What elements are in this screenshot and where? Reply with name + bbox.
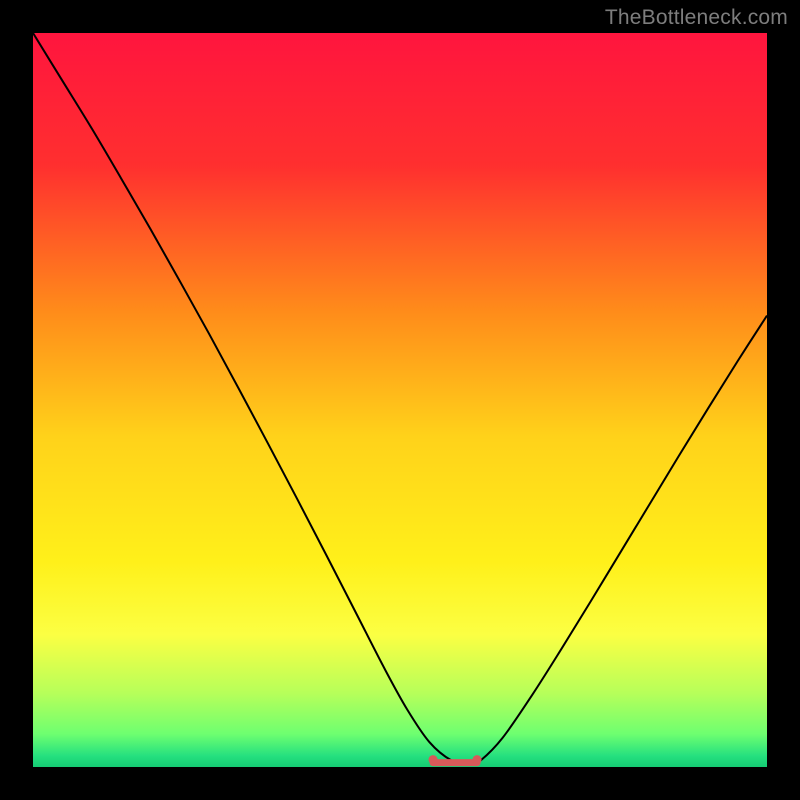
curve-path: [33, 33, 767, 765]
bottleneck-curve: [33, 33, 767, 767]
plot-area: [33, 33, 767, 767]
flat-endpoint-right: [473, 755, 482, 764]
flat-endpoint-left: [429, 755, 438, 764]
chart-stage: TheBottleneck.com: [0, 0, 800, 800]
watermark-text: TheBottleneck.com: [605, 6, 788, 30]
